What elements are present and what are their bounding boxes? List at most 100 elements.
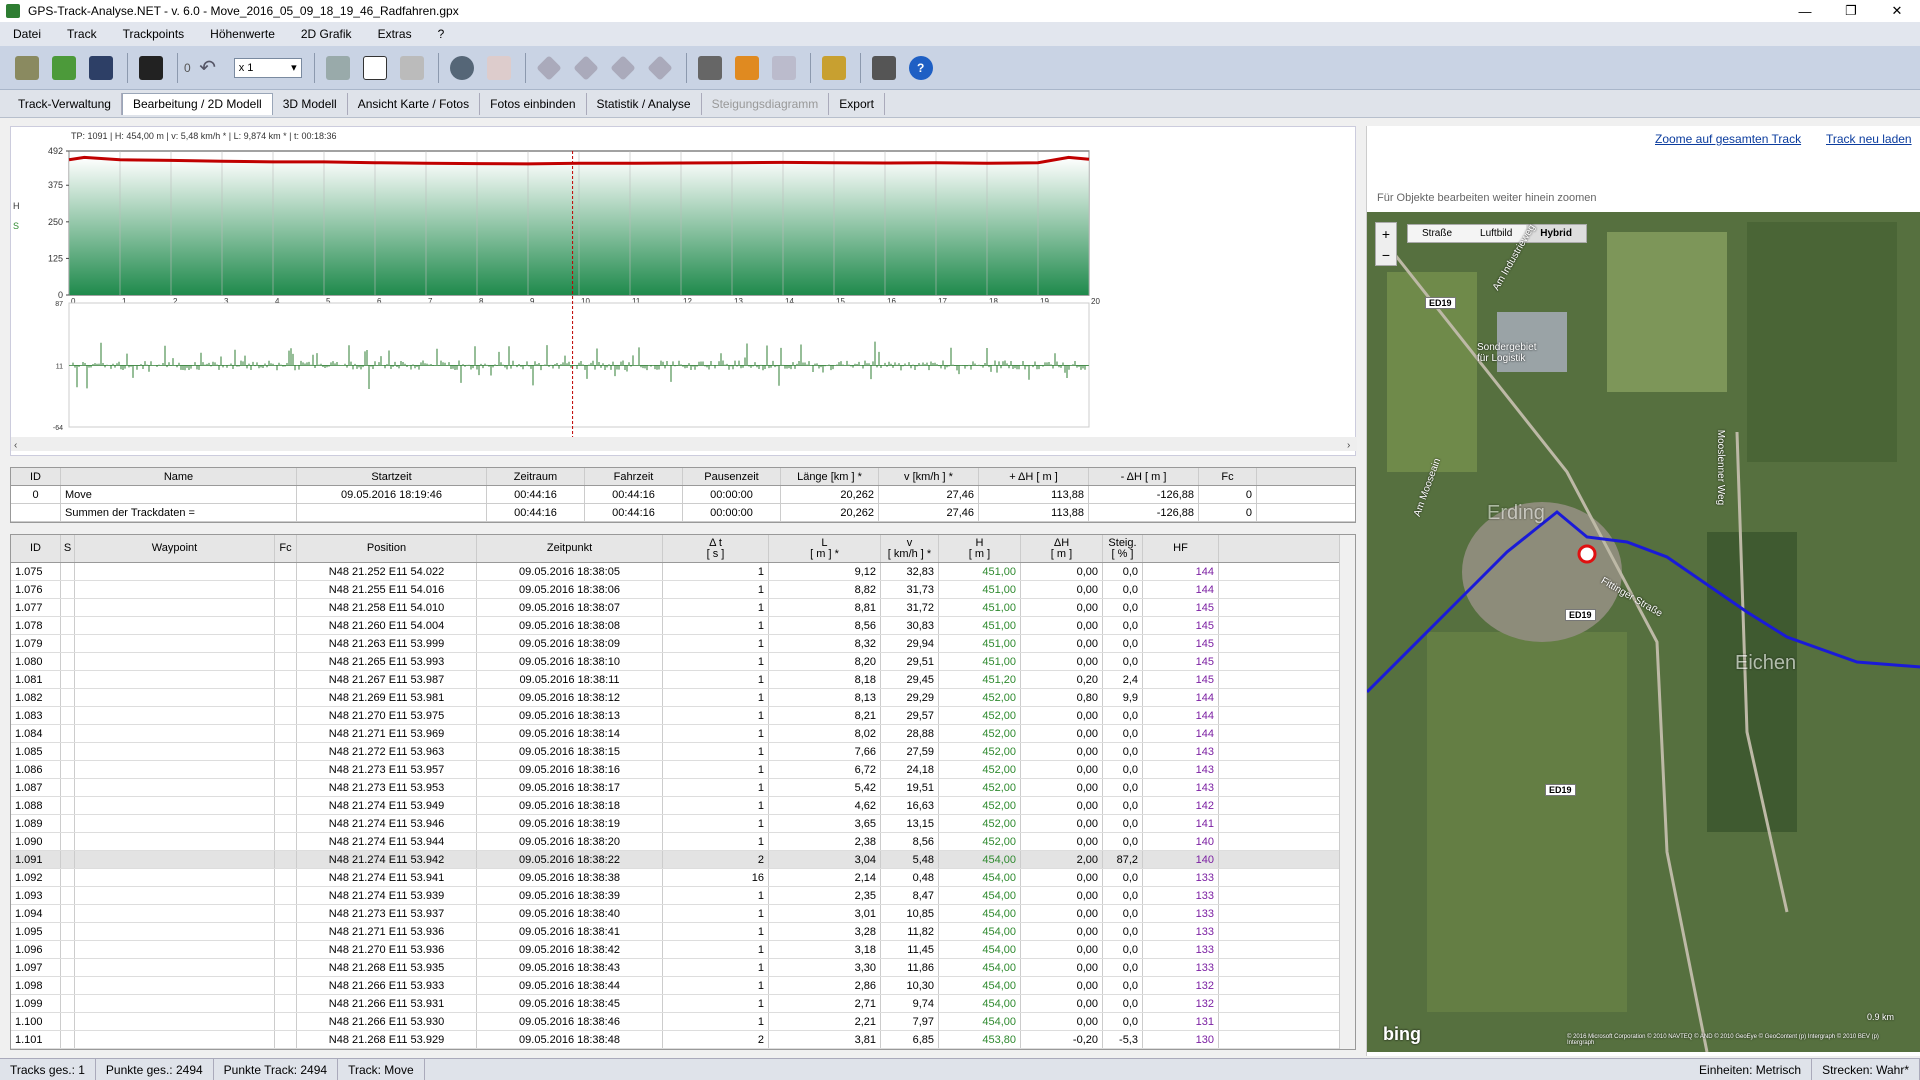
table-row[interactable]: 1.079 N48 21.263 E11 53.999 09.05.2016 18:… xyxy=(11,635,1355,653)
elevation-chart[interactable]: 0 1 2 3 4 5 6 7 8 9 10 11 12 13 14 15 16 17 18 19 2049237525… xyxy=(11,127,1357,457)
table-row[interactable]: 1.077 N48 21.258 E11 54.010 09.05.2016 18:… xyxy=(11,599,1355,617)
table-row[interactable]: 1.082 N48 21.269 E11 53.981 09.05.2016 18:… xyxy=(11,689,1355,707)
track-col-header[interactable]: + ΔH [ m ] xyxy=(979,468,1089,485)
waypoint-col-header[interactable]: L [ m ] * xyxy=(769,535,881,562)
table-row[interactable]: 1.083 N48 21.270 E11 53.975 09.05.2016 18:… xyxy=(11,707,1355,725)
table-row[interactable]: 1.097 N48 21.268 E11 53.935 09.05.2016 18:… xyxy=(11,959,1355,977)
edit-button[interactable] xyxy=(358,51,392,85)
chart-scrollbar[interactable] xyxy=(11,437,1357,451)
map-type-0[interactable]: Straße xyxy=(1408,225,1466,242)
table-row[interactable]: 1.081 N48 21.267 E11 53.987 09.05.2016 18:… xyxy=(11,671,1355,689)
chart-button[interactable] xyxy=(817,51,851,85)
map-zoom-control[interactable]: + − xyxy=(1375,222,1397,266)
track-col-header[interactable]: ID xyxy=(11,468,61,485)
waypoint-col-header[interactable]: Waypoint xyxy=(75,535,275,562)
menu-track[interactable]: Track xyxy=(54,27,110,41)
zoom-out-icon[interactable]: − xyxy=(1382,247,1390,263)
reload-track-link[interactable]: Track neu laden xyxy=(1826,132,1912,146)
waypoint-scrollbar[interactable] xyxy=(1339,535,1355,1049)
waypoint-col-header[interactable]: ID xyxy=(11,535,61,562)
scroll-left-icon[interactable]: ‹ xyxy=(14,440,17,451)
tool-2-button[interactable] xyxy=(569,51,603,85)
open-folder-button[interactable] xyxy=(10,51,44,85)
tab-7[interactable]: Export xyxy=(829,92,885,115)
tab-0[interactable]: Track-Verwaltung xyxy=(8,92,122,115)
table-row[interactable]: Summen der Trackdaten = 00:44:16 00:44:16 0… xyxy=(11,504,1355,522)
waypoint-col-header[interactable]: S xyxy=(61,535,75,562)
menu-trackpoints[interactable]: Trackpoints xyxy=(110,27,198,41)
menu-hoehenwerte[interactable]: Höhenwerte xyxy=(197,27,288,41)
table-row[interactable]: 1.076 N48 21.255 E11 54.016 09.05.2016 18:… xyxy=(11,581,1355,599)
zoom-in-icon[interactable]: + xyxy=(1382,226,1390,242)
tool-1-button[interactable] xyxy=(532,51,566,85)
tab-4[interactable]: Fotos einbinden xyxy=(480,92,587,115)
table-row[interactable]: 1.080 N48 21.265 E11 53.993 09.05.2016 18:… xyxy=(11,653,1355,671)
waypoint-col-header[interactable]: Δ t [ s ] xyxy=(663,535,769,562)
waypoint-col-header[interactable]: ΔH [ m ] xyxy=(1021,535,1103,562)
table-row[interactable]: 1.098 N48 21.266 E11 53.933 09.05.2016 18:… xyxy=(11,977,1355,995)
waypoint-col-header[interactable]: Position xyxy=(297,535,477,562)
table-row[interactable]: 1.094 N48 21.273 E11 53.937 09.05.2016 18:… xyxy=(11,905,1355,923)
table-row[interactable]: 1.089 N48 21.274 E11 53.946 09.05.2016 18:… xyxy=(11,815,1355,833)
track-col-header[interactable]: Name xyxy=(61,468,297,485)
tab-2[interactable]: 3D Modell xyxy=(273,92,348,115)
table-row[interactable]: 1.090 N48 21.274 E11 53.944 09.05.2016 18:… xyxy=(11,833,1355,851)
table-row[interactable]: 1.100 N48 21.266 E11 53.930 09.05.2016 18:… xyxy=(11,1013,1355,1031)
table-row[interactable]: 1.096 N48 21.270 E11 53.936 09.05.2016 18:… xyxy=(11,941,1355,959)
table-row[interactable]: 1.101 N48 21.268 E11 53.929 09.05.2016 18:… xyxy=(11,1031,1355,1049)
menu-datei[interactable]: Datei xyxy=(0,27,54,41)
tool-4-button[interactable] xyxy=(643,51,677,85)
photo-button[interactable] xyxy=(321,51,355,85)
track-col-header[interactable]: Startzeit xyxy=(297,468,487,485)
globe-button[interactable] xyxy=(445,51,479,85)
table-row[interactable]: 1.092 N48 21.274 E11 53.941 09.05.2016 18:… xyxy=(11,869,1355,887)
table-row[interactable]: 1.078 N48 21.260 E11 54.004 09.05.2016 18:… xyxy=(11,617,1355,635)
table-row[interactable]: 1.087 N48 21.273 E11 53.953 09.05.2016 18:… xyxy=(11,779,1355,797)
waypoint-col-header[interactable]: Zeitpunkt xyxy=(477,535,663,562)
menu-help[interactable]: ? xyxy=(425,27,458,41)
zoom-all-link[interactable]: Zoome auf gesamten Track xyxy=(1655,132,1801,146)
track-col-header[interactable]: Zeitraum xyxy=(487,468,585,485)
minimize-button[interactable]: — xyxy=(1782,0,1828,22)
track-col-header[interactable]: v [km/h ] * xyxy=(879,468,979,485)
waypoint-col-header[interactable]: v [ km/h ] * xyxy=(881,535,939,562)
maximize-button[interactable]: ❐ xyxy=(1828,0,1874,22)
close-button[interactable]: ✕ xyxy=(1874,0,1920,22)
track-col-header[interactable]: Pausenzeit xyxy=(683,468,781,485)
table-row[interactable]: 1.084 N48 21.271 E11 53.969 09.05.2016 18:… xyxy=(11,725,1355,743)
table-row[interactable]: 1.085 N48 21.272 E11 53.963 09.05.2016 18:… xyxy=(11,743,1355,761)
export-image-button[interactable] xyxy=(730,51,764,85)
tab-1[interactable]: Bearbeitung / 2D Modell xyxy=(121,92,273,115)
print-button[interactable] xyxy=(693,51,727,85)
track-col-header[interactable]: Länge [km ] * xyxy=(781,468,879,485)
save-button[interactable] xyxy=(84,51,118,85)
settings-button[interactable] xyxy=(767,51,801,85)
waypoint-col-header[interactable]: H [ m ] xyxy=(939,535,1021,562)
menu-2d-grafik[interactable]: 2D Grafik xyxy=(288,27,365,41)
tab-5[interactable]: Statistik / Analyse xyxy=(587,92,702,115)
table-row[interactable]: 0 Move 09.05.2016 18:19:46 00:44:16 00:44:16… xyxy=(11,486,1355,504)
table-row[interactable]: 1.075 N48 21.252 E11 54.022 09.05.2016 18:… xyxy=(11,563,1355,581)
undo-button[interactable]: ↶ xyxy=(191,51,225,85)
table-row[interactable]: 1.095 N48 21.271 E11 53.936 09.05.2016 18:… xyxy=(11,923,1355,941)
waypoint-col-header[interactable]: Steig. [ % ] xyxy=(1103,535,1143,562)
device-button[interactable] xyxy=(134,51,168,85)
delete-button[interactable] xyxy=(395,51,429,85)
open-green-button[interactable] xyxy=(47,51,81,85)
table-row[interactable]: 1.091 N48 21.274 E11 53.942 09.05.2016 18:… xyxy=(11,851,1355,869)
tools-button[interactable] xyxy=(867,51,901,85)
table-row[interactable]: 1.086 N48 21.273 E11 53.957 09.05.2016 18:… xyxy=(11,761,1355,779)
track-col-header[interactable]: Fc xyxy=(1199,468,1257,485)
scroll-right-icon[interactable]: › xyxy=(1347,440,1350,451)
track-col-header[interactable]: - ΔH [ m ] xyxy=(1089,468,1199,485)
tab-6[interactable]: Steigungsdiagramm xyxy=(702,92,830,115)
menu-extras[interactable]: Extras xyxy=(365,27,425,41)
table-row[interactable]: 1.093 N48 21.274 E11 53.939 09.05.2016 18:… xyxy=(11,887,1355,905)
clipboard-button[interactable] xyxy=(482,51,516,85)
table-row[interactable]: 1.088 N48 21.274 E11 53.949 09.05.2016 18:… xyxy=(11,797,1355,815)
waypoint-col-header[interactable]: HF xyxy=(1143,535,1219,562)
tab-3[interactable]: Ansicht Karte / Fotos xyxy=(348,92,481,115)
track-col-header[interactable]: Fahrzeit xyxy=(585,468,683,485)
tool-3-button[interactable] xyxy=(606,51,640,85)
help-button[interactable]: ? xyxy=(904,51,938,85)
